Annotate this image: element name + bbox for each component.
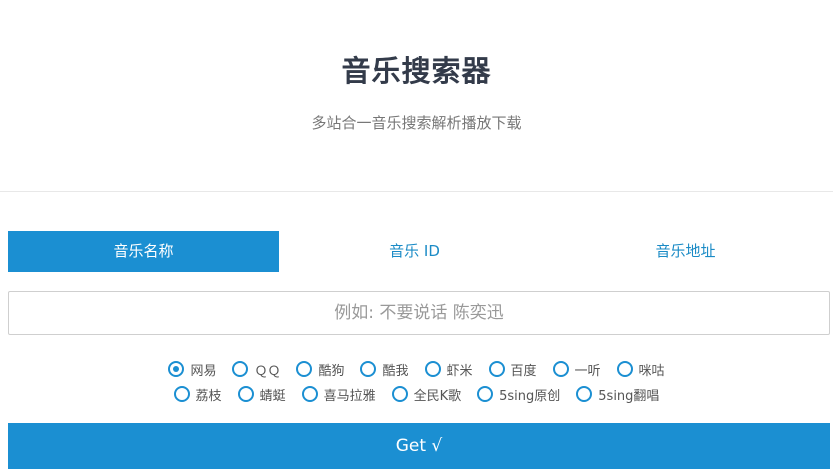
site-option-kge[interactable]: 全民K歌 [391, 385, 462, 404]
site-label: 蜻蜓 [259, 388, 286, 404]
site-label: 5sing原创 [499, 388, 561, 404]
site-option-lizhi[interactable]: 荔枝 [173, 385, 222, 404]
page-title: 音乐搜索器 [341, 54, 492, 88]
site-label: 网易 [190, 363, 217, 379]
site-label: 5sing翻唱 [598, 388, 660, 404]
radio-icon[interactable] [237, 386, 254, 402]
site-label: 酷我 [382, 363, 409, 379]
radio-icon[interactable] [360, 361, 377, 377]
radio-icon[interactable] [576, 386, 593, 402]
site-option-xiami[interactable]: 虾米 [424, 360, 473, 379]
radio-icon[interactable] [552, 361, 569, 377]
site-label: 一听 [574, 363, 601, 379]
site-option-kugou[interactable]: 酷狗 [296, 360, 345, 379]
radio-icon[interactable] [301, 386, 318, 402]
radio-icon[interactable] [424, 361, 441, 377]
tab-music-url[interactable]: 音乐地址 [550, 231, 821, 272]
radio-icon[interactable] [168, 361, 185, 377]
site-label: 百度 [510, 363, 537, 379]
radio-icon[interactable] [488, 361, 505, 377]
tab-music-id[interactable]: 音乐 ID [279, 231, 550, 272]
site-label: 全民K歌 [413, 388, 462, 404]
search-mode-tabs: 音乐名称 音乐 ID 音乐地址 [8, 231, 830, 272]
radio-icon[interactable] [477, 386, 494, 402]
site-options-row-1: 网易 ＱＱ 酷狗 酷我 虾米 百度 一听 咪咕 [0, 360, 833, 379]
site-label: 酷狗 [318, 363, 345, 379]
site-option-ximalaya[interactable]: 喜马拉雅 [301, 385, 376, 404]
site-label: ＱＱ [254, 363, 281, 379]
site-option-qq[interactable]: ＱＱ [232, 360, 281, 379]
tab-music-name[interactable]: 音乐名称 [8, 231, 279, 272]
radio-icon[interactable] [296, 361, 313, 377]
site-option-1ting[interactable]: 一听 [552, 360, 601, 379]
site-option-netease[interactable]: 网易 [168, 360, 217, 379]
get-button[interactable]: Get √ [8, 423, 830, 469]
site-label: 喜马拉雅 [323, 388, 376, 404]
radio-icon[interactable] [232, 361, 249, 377]
site-option-baidu[interactable]: 百度 [488, 360, 537, 379]
page-subtitle: 多站合一音乐搜索解析播放下载 [311, 114, 522, 132]
site-option-migu[interactable]: 咪咕 [616, 360, 665, 379]
page-header: 音乐搜索器 多站合一音乐搜索解析播放下载 [0, 0, 833, 192]
site-label: 荔枝 [195, 388, 222, 404]
site-option-5sing-cover[interactable]: 5sing翻唱 [576, 385, 660, 404]
radio-icon[interactable] [173, 386, 190, 402]
site-option-qingting[interactable]: 蜻蜓 [237, 385, 286, 404]
site-option-5sing-original[interactable]: 5sing原创 [477, 385, 561, 404]
site-option-kuwo[interactable]: 酷我 [360, 360, 409, 379]
site-label: 咪咕 [638, 363, 665, 379]
site-options-row-2: 荔枝 蜻蜓 喜马拉雅 全民K歌 5sing原创 5sing翻唱 [0, 385, 833, 404]
radio-icon[interactable] [616, 361, 633, 377]
site-label: 虾米 [446, 363, 473, 379]
radio-icon[interactable] [391, 386, 408, 402]
search-input[interactable] [8, 291, 830, 335]
